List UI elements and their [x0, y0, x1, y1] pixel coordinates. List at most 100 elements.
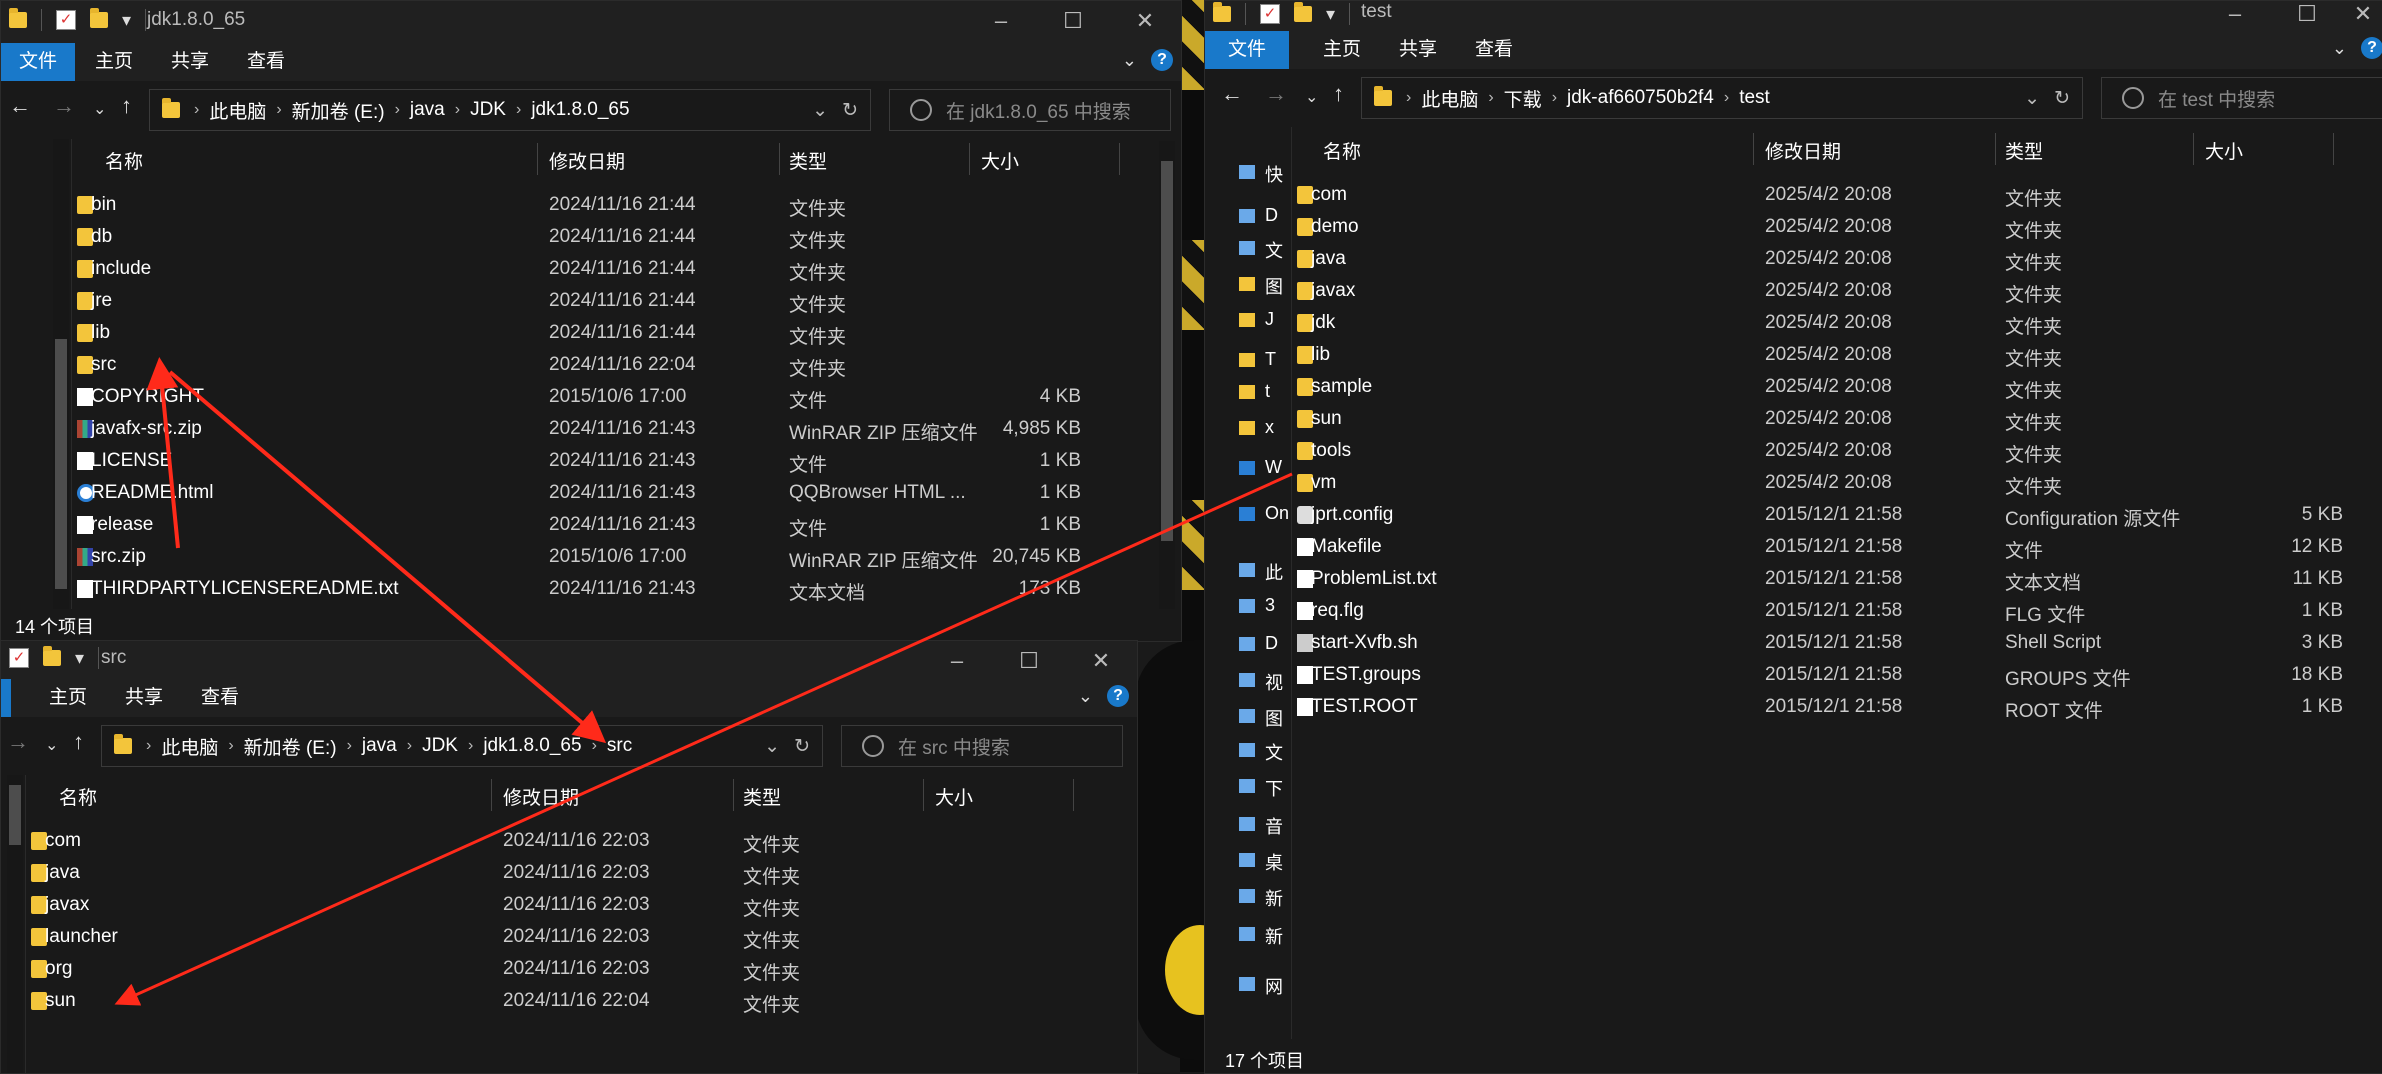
- column-date[interactable]: 修改日期: [1765, 137, 1841, 164]
- properties-icon[interactable]: ✓: [56, 10, 76, 30]
- refresh-icon[interactable]: ↻: [794, 735, 810, 758]
- expand-ribbon-icon[interactable]: ⌄: [1122, 50, 1137, 71]
- breadcrumb-item[interactable]: test: [1739, 87, 1770, 109]
- navigation-pane[interactable]: 快 D 文图 J Tt x W On 此 3 D 视图文下音桌新新网: [1205, 127, 1292, 1039]
- file-row[interactable]: jre 2024/11/16 21:44 文件夹: [73, 285, 1153, 317]
- forward-arrow-icon[interactable]: →: [53, 93, 75, 119]
- breadcrumb-item[interactable]: 此电脑: [161, 733, 218, 760]
- nav-item-label[interactable]: 视: [1265, 669, 1283, 695]
- file-row[interactable]: Makefile 2015/12/1 21:58 文件 12 KB: [1293, 531, 2382, 563]
- nav-item-label[interactable]: 图: [1265, 705, 1283, 731]
- address-bar[interactable]: › 此电脑 › 新加卷 (E:) › java › JDK › jdk1.8.0_65 ›…: [101, 725, 823, 767]
- column-size[interactable]: 大小: [981, 147, 1019, 174]
- nav-item-label[interactable]: T: [1265, 349, 1276, 370]
- close-button[interactable]: ✕: [2343, 1, 2382, 31]
- file-row[interactable]: tools 2025/4/2 20:08 文件夹: [1293, 435, 2382, 467]
- maximize-button[interactable]: ☐: [2271, 1, 2343, 31]
- nav-item-label[interactable]: W: [1265, 457, 1282, 478]
- recent-dropdown-icon[interactable]: ⌄: [1305, 87, 1318, 107]
- file-row[interactable]: javafx-src.zip 2024/11/16 21:43 WinRAR ZIP…: [73, 413, 1153, 445]
- maximize-button[interactable]: ☐: [1037, 1, 1109, 43]
- file-row[interactable]: java 2025/4/2 20:08 文件夹: [1293, 243, 2382, 275]
- nav-item-label[interactable]: 桌: [1265, 849, 1283, 875]
- nav-item-label[interactable]: J: [1265, 309, 1274, 330]
- up-arrow-icon[interactable]: ↑: [73, 729, 84, 755]
- recent-dropdown-icon[interactable]: ⌄: [45, 735, 58, 755]
- tab-share[interactable]: 共享: [107, 679, 181, 717]
- breadcrumb-item[interactable]: JDK: [470, 99, 506, 121]
- new-folder-icon[interactable]: [90, 8, 108, 28]
- file-row[interactable]: COPYRIGHT 2015/10/6 17:00 文件 4 KB: [73, 381, 1153, 413]
- nav-scrollbar[interactable]: [7, 775, 23, 1073]
- close-button[interactable]: ✕: [1065, 641, 1137, 679]
- file-row[interactable]: src 2024/11/16 22:04 文件夹: [73, 349, 1153, 381]
- tab-file[interactable]: 文件: [1, 43, 76, 81]
- nav-item-label[interactable]: 新: [1265, 885, 1283, 911]
- minimize-button[interactable]: –: [965, 1, 1037, 43]
- column-type[interactable]: 类型: [789, 147, 827, 174]
- file-row[interactable]: jprt.config 2015/12/1 21:58 Configuration …: [1293, 499, 2382, 531]
- refresh-icon[interactable]: ↻: [842, 99, 858, 122]
- file-row[interactable]: sun 2024/11/16 22:04 文件夹: [27, 985, 1127, 1017]
- navigation-pane[interactable]: [1, 139, 72, 609]
- help-icon[interactable]: ?: [1151, 49, 1173, 71]
- address-bar[interactable]: › 此电脑 › 新加卷 (E:) › java › JDK › jdk1.8.0_65 …: [149, 89, 871, 131]
- nav-item-label[interactable]: D: [1265, 205, 1278, 226]
- address-dropdown-icon[interactable]: ⌄: [812, 99, 828, 122]
- breadcrumb-item[interactable]: 此电脑: [209, 97, 266, 124]
- column-name[interactable]: 名称: [1323, 137, 1361, 164]
- address-bar[interactable]: › 此电脑 › 下载 › jdk-af660750b2f4 › test ⌄ ↻: [1361, 77, 2083, 119]
- nav-item-label[interactable]: 网: [1265, 973, 1283, 999]
- tab-view[interactable]: 查看: [1457, 31, 1531, 69]
- tab-view[interactable]: 查看: [229, 43, 303, 81]
- column-name[interactable]: 名称: [59, 783, 97, 810]
- file-row[interactable]: org 2024/11/16 22:03 文件夹: [27, 953, 1127, 985]
- file-row[interactable]: com 2024/11/16 22:03 文件夹: [27, 825, 1127, 857]
- nav-item-label[interactable]: x: [1265, 417, 1274, 438]
- forward-arrow-icon[interactable]: →: [7, 729, 29, 755]
- tab-home[interactable]: 主页: [31, 679, 105, 717]
- tab-home[interactable]: 主页: [1305, 31, 1379, 69]
- quick-access-dropdown-icon[interactable]: ▾: [1326, 4, 1335, 25]
- breadcrumb-item[interactable]: 新加卷 (E:): [244, 733, 337, 760]
- file-row[interactable]: vm 2025/4/2 20:08 文件夹: [1293, 467, 2382, 499]
- up-arrow-icon[interactable]: ↑: [1333, 81, 1344, 107]
- breadcrumb-item[interactable]: 新加卷 (E:): [292, 97, 385, 124]
- close-button[interactable]: ✕: [1109, 1, 1181, 43]
- file-row[interactable]: LICENSE 2024/11/16 21:43 文件 1 KB: [73, 445, 1153, 477]
- file-row[interactable]: java 2024/11/16 22:03 文件夹: [27, 857, 1127, 889]
- quick-access-dropdown-icon[interactable]: ▾: [75, 648, 84, 669]
- properties-icon[interactable]: ✓: [9, 648, 29, 668]
- column-size[interactable]: 大小: [2205, 137, 2243, 164]
- file-row[interactable]: TEST.groups 2015/12/1 21:58 GROUPS 文件 18 KB: [1293, 659, 2382, 691]
- column-type[interactable]: 类型: [743, 783, 781, 810]
- nav-item-label[interactable]: 音: [1265, 813, 1283, 839]
- up-arrow-icon[interactable]: ↑: [121, 93, 132, 119]
- nav-item-label[interactable]: 此: [1265, 559, 1283, 585]
- minimize-button[interactable]: –: [921, 641, 993, 679]
- new-folder-icon[interactable]: [1294, 2, 1312, 22]
- address-dropdown-icon[interactable]: ⌄: [2024, 87, 2040, 110]
- file-row[interactable]: lib 2025/4/2 20:08 文件夹: [1293, 339, 2382, 371]
- maximize-button[interactable]: ☐: [993, 641, 1065, 679]
- nav-item-label[interactable]: 快: [1265, 161, 1283, 187]
- file-list-scrollbar[interactable]: [1159, 141, 1175, 609]
- tab-share[interactable]: 共享: [1381, 31, 1455, 69]
- help-icon[interactable]: ?: [2361, 37, 2382, 59]
- file-row[interactable]: lib 2024/11/16 21:44 文件夹: [73, 317, 1153, 349]
- file-row[interactable]: sun 2025/4/2 20:08 文件夹: [1293, 403, 2382, 435]
- back-arrow-icon[interactable]: ←: [9, 93, 31, 119]
- nav-item-label[interactable]: 图: [1265, 273, 1283, 299]
- breadcrumb-item[interactable]: 此电脑: [1421, 85, 1478, 112]
- file-row[interactable]: TEST.ROOT 2015/12/1 21:58 ROOT 文件 1 KB: [1293, 691, 2382, 723]
- file-row[interactable]: start-Xvfb.sh 2015/12/1 21:58 Shell Script…: [1293, 627, 2382, 659]
- breadcrumb-item[interactable]: jdk-af660750b2f4: [1567, 87, 1714, 109]
- title-bar[interactable]: ✓ ▾ jdk1.8.0_65 – ☐ ✕: [1, 1, 1181, 43]
- file-row[interactable]: release 2024/11/16 21:43 文件 1 KB: [73, 509, 1153, 541]
- new-folder-icon[interactable]: [43, 646, 61, 666]
- title-bar[interactable]: ✓ ▾ src – ☐ ✕: [1, 641, 1137, 679]
- file-row[interactable]: db 2024/11/16 21:44 文件夹: [73, 221, 1153, 253]
- file-row[interactable]: ProblemList.txt 2015/12/1 21:58 文本文档 11 KB: [1293, 563, 2382, 595]
- help-icon[interactable]: ?: [1107, 685, 1129, 707]
- tab-file[interactable]: [1, 679, 11, 717]
